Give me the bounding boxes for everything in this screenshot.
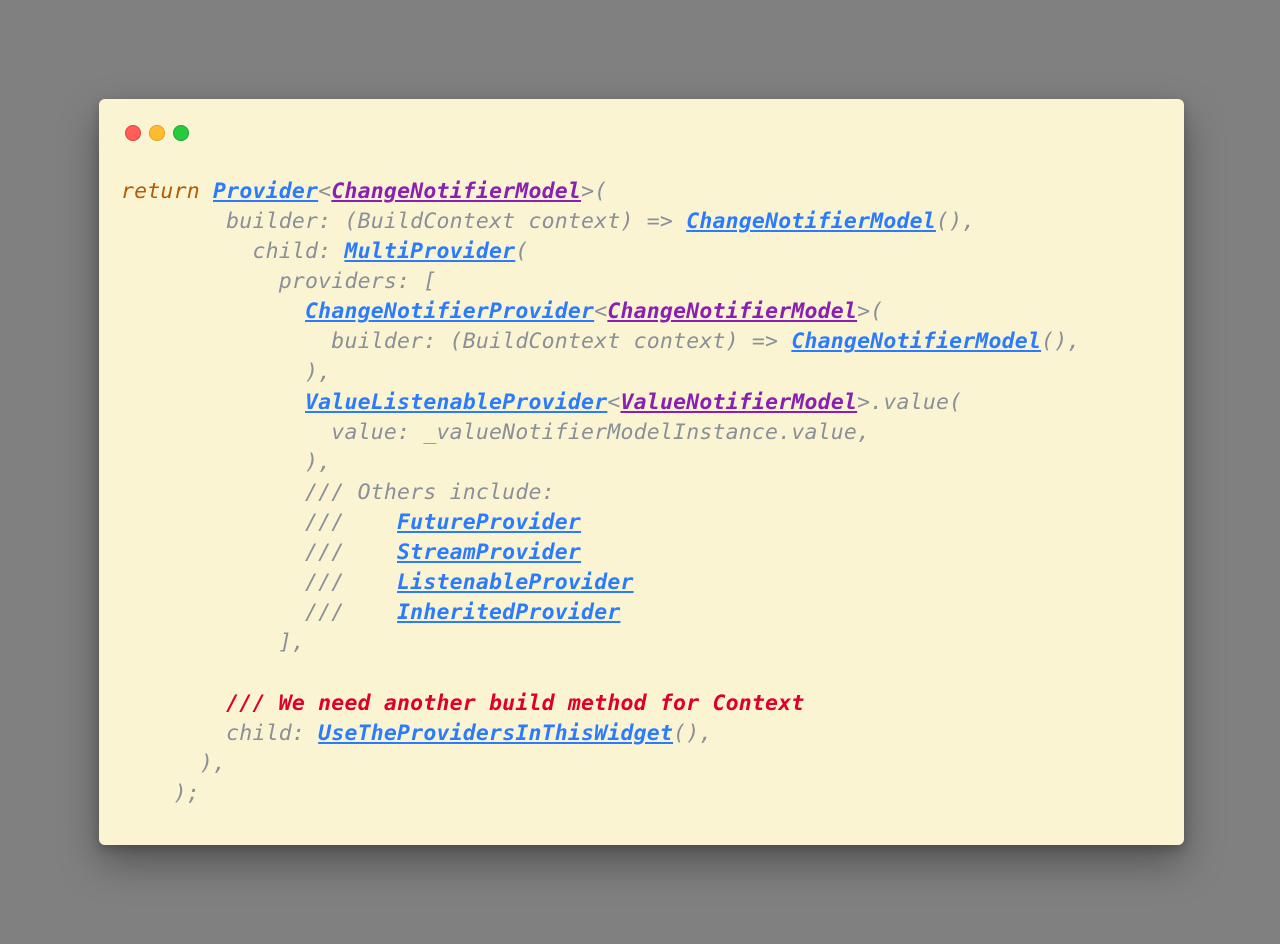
link-use-the-providers-widget[interactable]: UseTheProvidersInThisWidget — [318, 721, 673, 746]
error-comment: /// We need another build method for Con… — [121, 691, 805, 716]
link-change-notifier-provider[interactable]: ChangeNotifierProvider — [305, 299, 594, 324]
link-listenable-provider[interactable]: ListenableProvider — [397, 570, 634, 595]
code-block: return Provider<ChangeNotifierModel>( bu… — [121, 177, 1162, 809]
type-change-notifier-model-2[interactable]: ChangeNotifierModel — [607, 299, 857, 324]
link-change-notifier-model[interactable]: ChangeNotifierModel — [686, 209, 936, 234]
comment-others: /// Others include: — [121, 480, 555, 505]
link-future-provider[interactable]: FutureProvider — [397, 510, 581, 535]
type-value-notifier-model[interactable]: ValueNotifierModel — [621, 390, 858, 415]
keyword-return: return — [121, 179, 200, 204]
minimize-icon[interactable] — [149, 125, 165, 141]
link-change-notifier-model-2[interactable]: ChangeNotifierModel — [791, 329, 1041, 354]
code-window: return Provider<ChangeNotifierModel>( bu… — [99, 99, 1184, 845]
link-inherited-provider[interactable]: InheritedProvider — [397, 600, 620, 625]
zoom-icon[interactable] — [173, 125, 189, 141]
traffic-lights — [125, 125, 1162, 141]
link-value-listenable-provider[interactable]: ValueListenableProvider — [305, 390, 607, 415]
link-stream-provider[interactable]: StreamProvider — [397, 540, 581, 565]
close-icon[interactable] — [125, 125, 141, 141]
link-multi-provider[interactable]: MultiProvider — [344, 239, 515, 264]
link-provider[interactable]: Provider — [213, 179, 318, 204]
type-change-notifier-model[interactable]: ChangeNotifierModel — [331, 179, 581, 204]
